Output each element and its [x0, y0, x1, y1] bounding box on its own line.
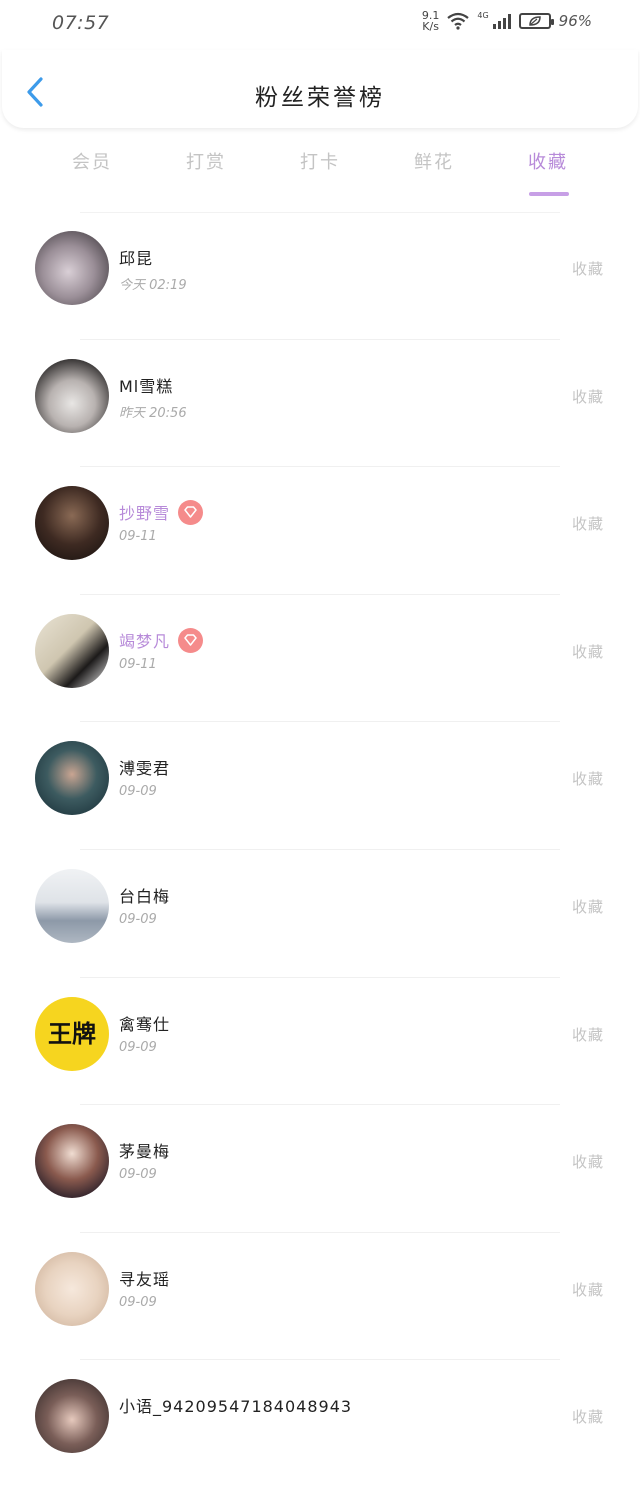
favorite-label: 收藏 — [571, 387, 604, 406]
user-name: 竭梦凡 — [119, 627, 204, 655]
list-item[interactable]: Ml雪糕 昨天 20:56 收藏 — [0, 340, 640, 468]
list-item[interactable]: 抄野雪 09-11 收藏 — [0, 467, 640, 595]
user-name: 禽骞仕 — [119, 1014, 171, 1034]
favorite-label: 收藏 — [571, 642, 604, 661]
timestamp: 09-09 — [119, 1167, 157, 1183]
avatar — [35, 1379, 109, 1454]
user-name: 台白梅 — [119, 886, 171, 906]
timestamp: 09-09 — [119, 911, 157, 927]
list-item[interactable]: 竭梦凡 09-11 收藏 — [0, 595, 640, 723]
timestamp: 今天 02:19 — [119, 278, 187, 293]
tab-favorites-label: 收藏 — [528, 152, 568, 173]
user-name: 小语_94209547184048943 — [119, 1397, 353, 1417]
avatar-logo: 王牌 — [48, 1019, 96, 1048]
diamond-badge-icon — [178, 500, 204, 526]
timestamp: 09-11 — [119, 656, 157, 672]
network-type: 4G — [477, 10, 489, 20]
avatar — [35, 358, 109, 433]
tab-reward[interactable]: 打赏 — [161, 148, 251, 174]
tab-checkin[interactable]: 打卡 — [275, 148, 365, 174]
user-name: 抄野雪 — [119, 500, 204, 527]
favorite-label: 收藏 — [571, 1153, 604, 1172]
list-item[interactable]: 邱昆 今天 02:19 收藏 — [0, 212, 640, 340]
favorite-label: 收藏 — [571, 260, 604, 278]
favorite-label: 收藏 — [571, 515, 604, 534]
list-item[interactable]: 王牌 禽骞仕 09-09 收藏 — [0, 978, 640, 1106]
favorite-label: 收藏 — [571, 897, 604, 916]
timestamp: 09-09 — [119, 784, 157, 800]
status-icons: 9.1 K/s 4G 96% — [422, 10, 592, 32]
avatar — [35, 868, 109, 943]
user-name-text: 竭梦凡 — [119, 631, 171, 651]
avatar — [35, 741, 109, 816]
user-name: 邱昆 — [119, 249, 154, 268]
active-tab-indicator — [529, 192, 569, 196]
user-name: Ml雪糕 — [119, 376, 174, 396]
avatar — [35, 486, 109, 561]
favorite-label: 收藏 — [571, 1280, 604, 1299]
net-speed: 9.1 K/s — [421, 9, 440, 33]
timestamp: 昨天 20:56 — [119, 405, 187, 421]
favorite-label: 收藏 — [571, 770, 604, 789]
favorite-label: 收藏 — [571, 1408, 604, 1427]
signal-icon — [492, 13, 511, 29]
diamond-badge-icon — [178, 627, 204, 653]
user-name-text: 抄野雪 — [119, 504, 171, 524]
wifi-icon — [447, 12, 470, 30]
timestamp: 09-09 — [119, 1294, 157, 1310]
avatar — [35, 1251, 109, 1326]
battery-percent: 96% — [558, 12, 592, 30]
tab-favorites[interactable]: 收藏 — [503, 148, 593, 196]
list-item[interactable]: 寻友瑶 09-09 收藏 — [0, 1233, 640, 1361]
status-time: 07:57 — [52, 12, 110, 34]
favorite-label: 收藏 — [571, 1025, 604, 1044]
list-item[interactable]: 溥雯君 09-09 收藏 — [0, 722, 640, 850]
battery-icon — [518, 13, 554, 29]
avatar — [35, 231, 109, 305]
timestamp: 09-09 — [119, 1039, 157, 1055]
page-title: 粉丝荣誉榜 — [255, 85, 385, 111]
user-name: 溥雯君 — [119, 759, 171, 779]
fan-list: 邱昆 今天 02:19 收藏 Ml雪糕 昨天 20:56 收藏 抄野雪 09-1… — [0, 212, 640, 1488]
header: 粉丝荣誉榜 — [2, 50, 638, 128]
list-item[interactable]: 茅曼梅 09-09 收藏 — [0, 1105, 640, 1233]
tab-membership[interactable]: 会员 — [47, 148, 137, 174]
user-name: 寻友瑶 — [119, 1269, 171, 1289]
tab-flowers[interactable]: 鲜花 — [389, 148, 479, 174]
avatar: 王牌 — [35, 996, 109, 1071]
tab-bar: 会员 打赏 打卡 鲜花 收藏 — [0, 140, 640, 196]
list-item[interactable]: 台白梅 09-09 收藏 — [0, 850, 640, 978]
status-bar: 07:57 9.1 K/s 4G 96% — [0, 0, 640, 50]
avatar — [35, 1124, 109, 1199]
avatar — [35, 613, 109, 688]
timestamp: 09-11 — [119, 529, 157, 545]
user-name: 茅曼梅 — [119, 1142, 171, 1162]
list-item[interactable]: 小语_94209547184048943 收藏 — [0, 1360, 640, 1488]
